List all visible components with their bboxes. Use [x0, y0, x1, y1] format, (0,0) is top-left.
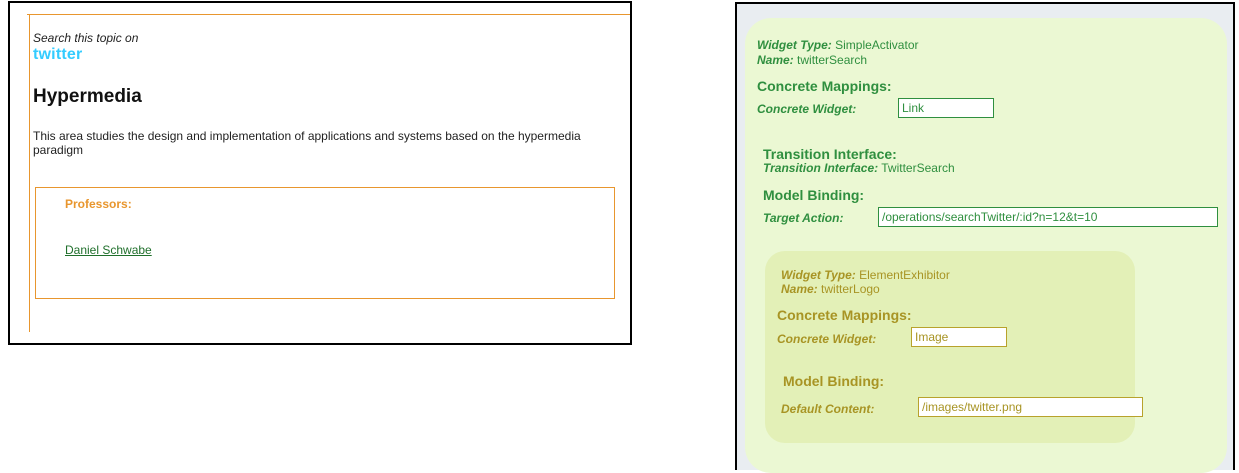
- professors-label: Professors:: [65, 197, 132, 211]
- model-binding-heading: Model Binding:: [763, 187, 865, 203]
- orange-side-rule: [29, 14, 30, 332]
- widget-type-label: Widget Type:: [757, 38, 832, 52]
- name-row: Name: twitterSearch: [757, 53, 867, 67]
- orange-top-rule: [27, 14, 630, 15]
- widget-type-value: SimpleActivator: [835, 38, 919, 52]
- twitter-logo[interactable]: twitter: [33, 46, 82, 64]
- inner-widget-type-value: ElementExhibitor: [859, 268, 950, 282]
- transition-interface-row: Transition Interface: TwitterSearch: [763, 161, 955, 175]
- left-panel: Search this topic on twitter Hypermedia …: [8, 1, 632, 345]
- professors-box: Professors: Daniel Schwabe: [35, 187, 615, 299]
- transition-interface-heading: Transition Interface:: [763, 146, 897, 162]
- target-action-label: Target Action:: [763, 211, 844, 225]
- search-topic-text: Search this topic on: [33, 31, 139, 45]
- name-label: Name:: [757, 53, 794, 67]
- name-value: twitterSearch: [797, 53, 868, 67]
- inner-model-binding-heading: Model Binding:: [783, 373, 885, 389]
- inner-name-row: Name: twitterLogo: [781, 282, 880, 296]
- concrete-widget-label: Concrete Widget:: [757, 102, 857, 116]
- inner-name-value: twitterLogo: [821, 282, 880, 296]
- default-content-label: Default Content:: [781, 402, 875, 416]
- inner-widget-type-row: Widget Type: ElementExhibitor: [781, 268, 950, 282]
- professor-link[interactable]: Daniel Schwabe: [65, 243, 152, 257]
- inner-concrete-widget-field[interactable]: Image: [911, 327, 1007, 347]
- simple-activator-widget: Widget Type: SimpleActivator Name: twitt…: [745, 18, 1227, 473]
- concrete-mappings-heading: Concrete Mappings:: [757, 78, 892, 94]
- transition-interface-value: TwitterSearch: [881, 161, 955, 175]
- inner-concrete-mappings-heading: Concrete Mappings:: [777, 307, 912, 323]
- inner-concrete-widget-label: Concrete Widget:: [777, 332, 877, 346]
- right-panel: Widget Type: SimpleActivator Name: twitt…: [735, 2, 1235, 473]
- target-action-field[interactable]: /operations/searchTwitter/:id?n=12&t=10: [878, 207, 1218, 227]
- page-title: Hypermedia: [33, 86, 142, 107]
- area-description: This area studies the design and impleme…: [33, 129, 581, 157]
- inner-name-label: Name:: [781, 282, 818, 296]
- default-content-field[interactable]: /images/twitter.png: [918, 397, 1143, 417]
- widget-type-row: Widget Type: SimpleActivator: [757, 38, 919, 52]
- inner-widget-type-label: Widget Type:: [781, 268, 856, 282]
- element-exhibitor-widget: Widget Type: ElementExhibitor Name: twit…: [765, 251, 1143, 443]
- transition-interface-label: Transition Interface:: [763, 161, 879, 175]
- concrete-widget-field[interactable]: Link: [898, 98, 994, 118]
